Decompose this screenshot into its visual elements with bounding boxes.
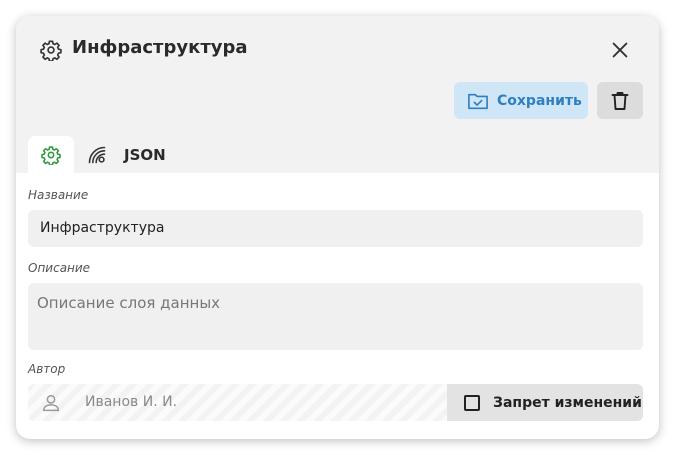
user-icon [42,394,60,412]
author-label: Автор [28,362,66,376]
author-field: Иванов И. И. [28,384,447,421]
close-icon[interactable] [609,39,631,61]
author-name: Иванов И. И. [85,394,178,410]
description-field[interactable]: Описание слоя данных [28,283,643,350]
tab-source[interactable] [74,136,120,173]
gear-icon [41,145,61,165]
tab-settings[interactable] [28,136,74,173]
layer-settings-dialog: Инфраструктура Сохранить JSON Название И… [16,16,659,439]
signal-icon [88,146,106,163]
lock-changes-checkbox[interactable] [464,394,480,411]
gear-icon [40,40,62,61]
dialog-header: Инфраструктура Сохранить JSON [16,16,659,173]
folder-check-icon [468,93,488,109]
dialog-title: Инфраструктура [72,37,248,58]
trash-icon [611,91,629,110]
tab-bar: JSON [28,136,178,173]
tab-json[interactable]: JSON [120,136,178,173]
description-label: Описание [28,261,91,275]
name-label: Название [28,188,89,202]
save-button[interactable]: Сохранить [454,82,588,119]
name-field[interactable]: Инфраструктура [28,210,643,247]
delete-button[interactable] [597,82,643,119]
lock-changes-toggle[interactable]: Запрет изменений [447,384,643,421]
save-button-label: Сохранить [497,92,582,109]
lock-changes-label: Запрет изменений [493,394,642,411]
